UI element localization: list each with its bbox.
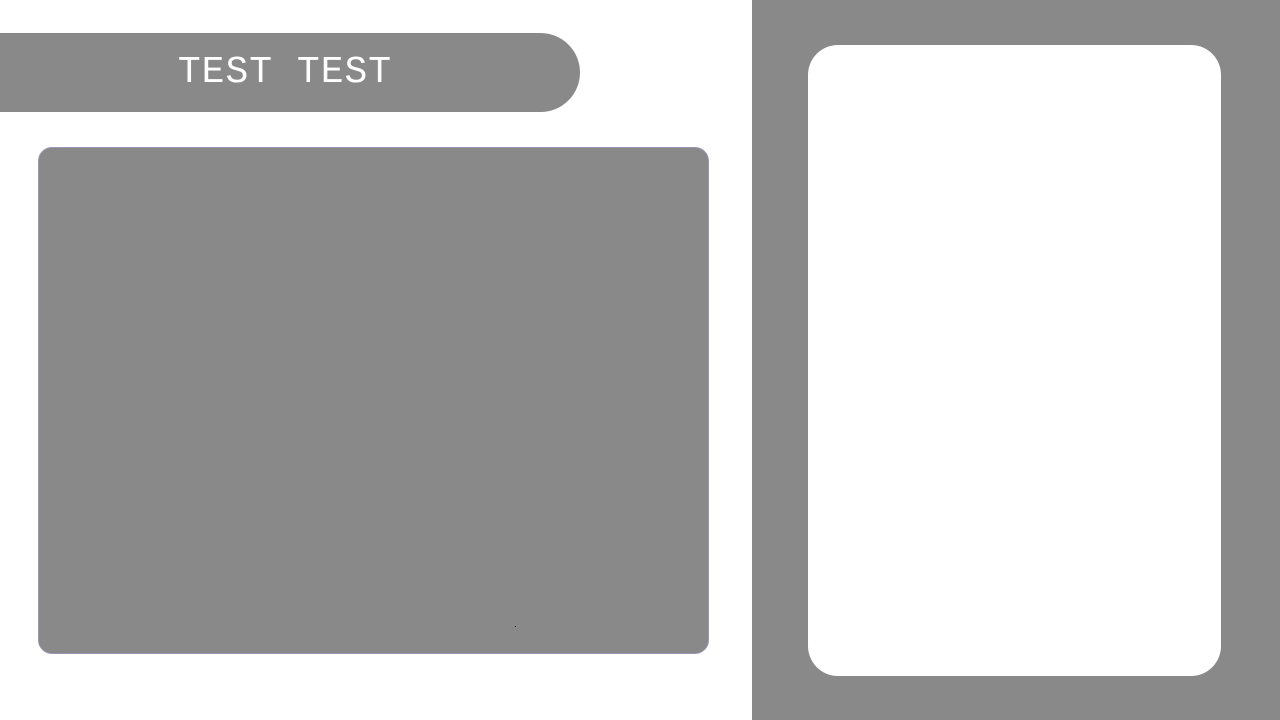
panel-marker <box>515 626 516 627</box>
main-content-panel <box>38 147 709 654</box>
page-title: TEST TEST <box>177 51 393 94</box>
side-card <box>808 45 1221 676</box>
side-column <box>752 0 1280 720</box>
title-banner: TEST TEST <box>0 33 580 112</box>
page: TEST TEST <box>0 0 1280 720</box>
